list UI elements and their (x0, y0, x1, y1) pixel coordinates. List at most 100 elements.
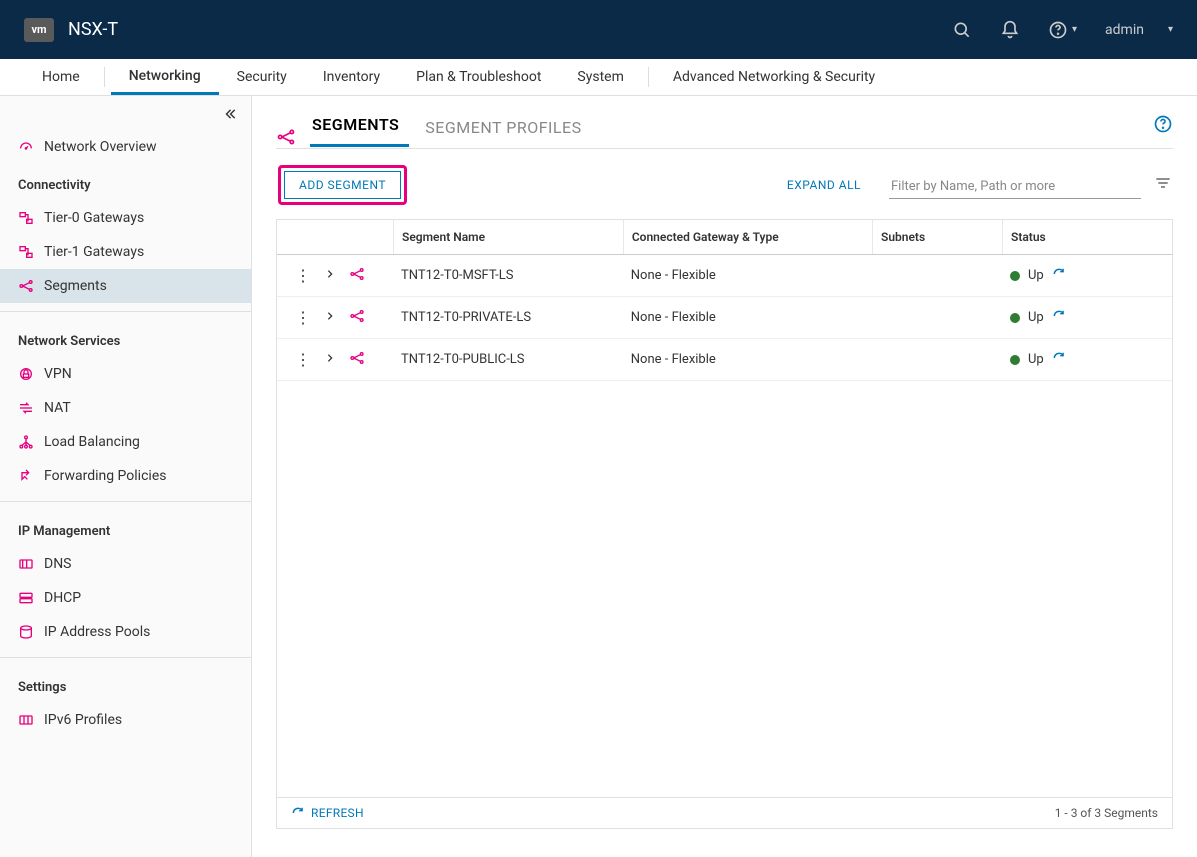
ipv6-icon (18, 712, 34, 728)
cell-gateway: None - Flexible (623, 310, 872, 325)
more-actions-icon[interactable]: ⋮ (295, 266, 311, 285)
column-subnets[interactable]: Subnets (872, 220, 1002, 254)
cell-status: Up (1010, 267, 1164, 285)
nav-networking[interactable]: Networking (111, 59, 219, 95)
help-menu[interactable]: ▾ (1048, 20, 1077, 40)
expand-row-icon[interactable] (325, 268, 335, 283)
top-bar: vm NSX-T ▾ admin ▾ (0, 0, 1197, 59)
sidebar-item-segments[interactable]: Segments (0, 269, 251, 303)
forward-icon (18, 468, 34, 484)
sidebar-heading-ip-management: IP Management (0, 510, 251, 547)
status-dot-up (1010, 313, 1020, 323)
sidebar-item-label: DNS (44, 556, 72, 572)
cell-gateway: None - Flexible (623, 352, 872, 367)
add-segment-highlight: ADD SEGMENT (278, 165, 407, 205)
sidebar-heading-network-services: Network Services (0, 320, 251, 357)
search-icon[interactable] (952, 20, 972, 40)
refresh-status-icon[interactable] (1052, 267, 1066, 285)
nav-divider (648, 67, 649, 87)
more-actions-icon[interactable]: ⋮ (295, 308, 311, 327)
page-tabs: SEGMENTS SEGMENT PROFILES (276, 114, 1173, 149)
product-title: NSX-T (68, 19, 118, 40)
segment-icon (276, 127, 296, 147)
column-gateway[interactable]: Connected Gateway & Type (623, 220, 872, 254)
nav-inventory[interactable]: Inventory (305, 59, 398, 95)
table-footer: REFRESH 1 - 3 of 3 Segments (277, 797, 1172, 828)
sidebar-item-ip-pools[interactable]: IP Address Pools (0, 615, 251, 649)
nav-home[interactable]: Home (24, 59, 98, 95)
nav-system[interactable]: System (559, 59, 641, 95)
expand-all-link[interactable]: EXPAND ALL (787, 178, 861, 192)
sidebar-item-vpn[interactable]: VPN (0, 357, 251, 391)
nav-plan-troubleshoot[interactable]: Plan & Troubleshoot (398, 59, 559, 95)
sidebar-item-label: IPv6 Profiles (44, 712, 122, 728)
filter-input[interactable] (891, 179, 1139, 194)
help-icon (1048, 20, 1068, 40)
sidebar-item-label: Forwarding Policies (44, 468, 166, 484)
expand-row-icon[interactable] (325, 310, 335, 325)
more-actions-icon[interactable]: ⋮ (295, 350, 311, 369)
segment-icon (349, 350, 365, 370)
pagination-text: 1 - 3 of 3 Segments (1055, 806, 1158, 820)
tab-segments[interactable]: SEGMENTS (310, 115, 409, 147)
refresh-button[interactable]: REFRESH (291, 806, 364, 820)
sidebar-item-label: VPN (44, 366, 72, 382)
nat-icon (18, 400, 34, 416)
sidebar-item-label: Tier-0 Gateways (44, 210, 144, 226)
refresh-status-icon[interactable] (1052, 351, 1066, 369)
column-status[interactable]: Status (1002, 220, 1172, 254)
cell-segment-name: TNT12-T0-PRIVATE-LS (393, 310, 623, 325)
status-text: Up (1028, 352, 1044, 367)
filter-settings-icon[interactable] (1155, 175, 1171, 195)
sidebar-item-loadbalancing[interactable]: Load Balancing (0, 425, 251, 459)
expand-row-icon[interactable] (325, 352, 335, 367)
status-text: Up (1028, 310, 1044, 325)
table-head: Segment Name Connected Gateway & Type Su… (277, 220, 1172, 255)
nav-advanced[interactable]: Advanced Networking & Security (655, 59, 893, 95)
sidebar-item-dns[interactable]: DNS (0, 547, 251, 581)
column-actions (277, 220, 393, 254)
cell-gateway: None - Flexible (623, 268, 872, 283)
column-segment-name[interactable]: Segment Name (393, 220, 623, 254)
sidebar-item-nat[interactable]: NAT (0, 391, 251, 425)
ippool-icon (18, 624, 34, 640)
user-label: admin (1105, 22, 1144, 38)
tab-segment-profiles[interactable]: SEGMENT PROFILES (423, 118, 591, 147)
filter-input-wrap (889, 171, 1141, 199)
sidebar-item-tier1[interactable]: Tier-1 Gateways (0, 235, 251, 269)
sidebar-collapse-button[interactable] (223, 106, 237, 125)
dashboard-icon (18, 139, 34, 155)
sidebar: Network Overview Connectivity Tier-0 Gat… (0, 96, 252, 857)
table-row: ⋮ TNT12-T0-PRIVATE-LS None - Flexible Up (277, 297, 1172, 339)
table-row: ⋮ TNT12-T0-PUBLIC-LS None - Flexible Up (277, 339, 1172, 381)
refresh-label: REFRESH (311, 806, 364, 820)
bell-icon[interactable] (1000, 20, 1020, 40)
nav-divider (104, 67, 105, 87)
vpn-icon (18, 366, 34, 382)
sidebar-divider (0, 501, 251, 502)
sidebar-item-network-overview[interactable]: Network Overview (0, 130, 251, 164)
main-content: SEGMENTS SEGMENT PROFILES ADD SEGMENT EX… (252, 96, 1197, 857)
sidebar-item-dhcp[interactable]: DHCP (0, 581, 251, 615)
refresh-status-icon[interactable] (1052, 309, 1066, 327)
cell-segment-name: TNT12-T0-MSFT-LS (393, 268, 623, 283)
sidebar-divider (0, 657, 251, 658)
user-menu[interactable]: admin ▾ (1105, 22, 1173, 38)
status-dot-up (1010, 355, 1020, 365)
vmware-logo: vm (24, 18, 54, 42)
nav-security[interactable]: Security (219, 59, 305, 95)
dhcp-icon (18, 590, 34, 606)
sidebar-item-label: Load Balancing (44, 434, 140, 450)
status-dot-up (1010, 271, 1020, 281)
sidebar-item-ipv6[interactable]: IPv6 Profiles (0, 703, 251, 737)
status-text: Up (1028, 268, 1044, 283)
cell-status: Up (1010, 309, 1164, 327)
cell-status: Up (1010, 351, 1164, 369)
sidebar-item-forwarding[interactable]: Forwarding Policies (0, 459, 251, 493)
help-icon[interactable] (1153, 114, 1173, 138)
add-segment-button[interactable]: ADD SEGMENT (284, 171, 401, 199)
main-nav: Home Networking Security Inventory Plan … (0, 59, 1197, 96)
segment-icon (349, 308, 365, 328)
sidebar-item-tier0[interactable]: Tier-0 Gateways (0, 201, 251, 235)
sidebar-item-label: IP Address Pools (44, 624, 150, 640)
